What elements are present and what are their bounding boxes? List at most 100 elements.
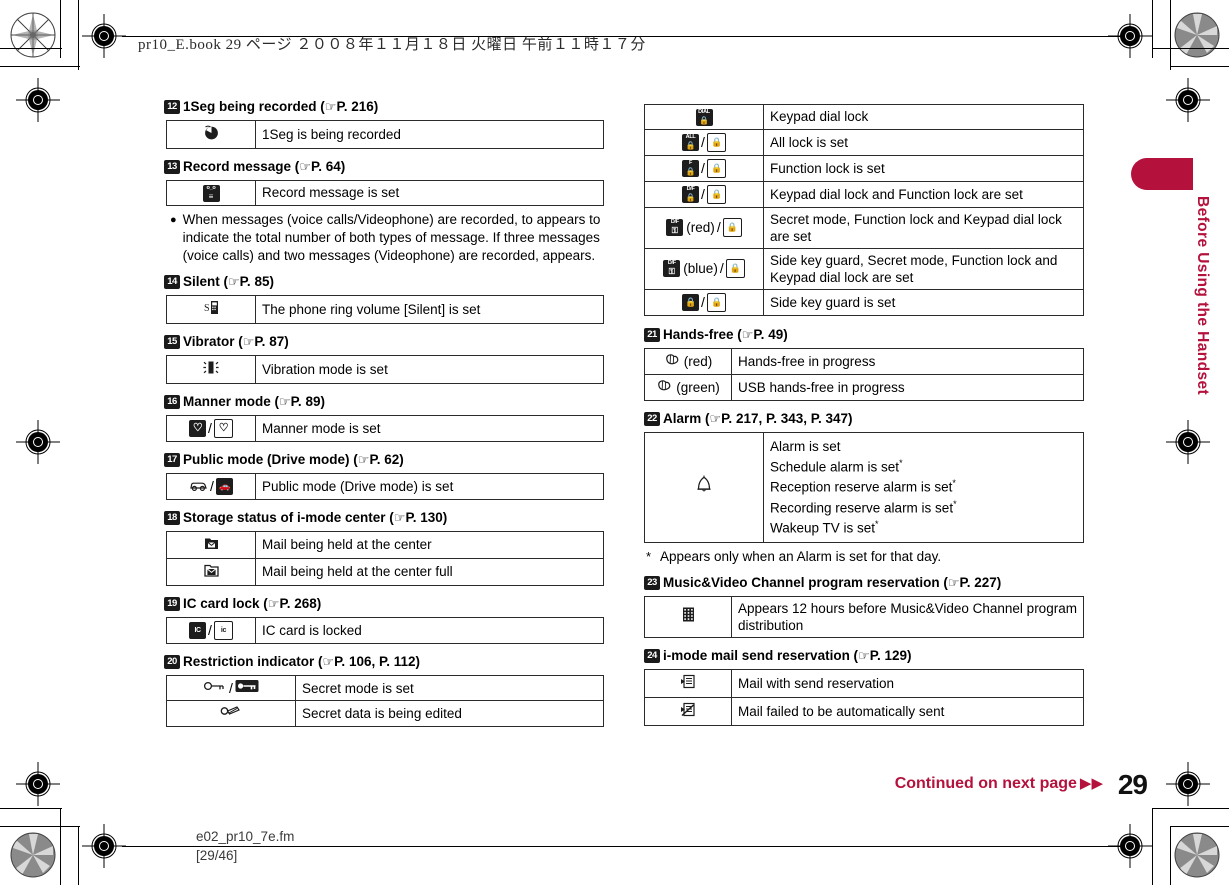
- icon-table-record-message: o_o ≡ Record message is set: [166, 180, 604, 206]
- table-row: / Secret mode is set: [166, 674, 604, 702]
- keypad-dial-lock-icon: DIAL 🔒: [644, 104, 764, 130]
- asterisk-marker: *: [646, 548, 652, 564]
- section-ref: P. 62): [369, 451, 404, 467]
- crop-line: [1170, 0, 1171, 70]
- icon-table-lock-states: DIAL 🔒 Keypad dial lock ALL 🔒 / 🔒 All lock i…: [644, 104, 1084, 316]
- table-row: IC / ic IC card is locked: [166, 616, 604, 644]
- icon-description: USB hands-free in progress: [731, 373, 1084, 401]
- registration-mark-right-top: [1108, 14, 1152, 58]
- right-column: DIAL 🔒 Keypad dial lock ALL 🔒 / 🔒 All lock i…: [644, 98, 1084, 735]
- icon-description: Vibration mode is set: [255, 354, 604, 384]
- drive-mode-icon: / 🚗: [166, 472, 256, 500]
- section-ref: P. 87): [254, 333, 289, 349]
- table-row: Secret data is being edited: [166, 700, 604, 728]
- alarm-description-list: Alarm is set Schedule alarm is set* Rece…: [763, 431, 1084, 543]
- section-title: Restriction indicator (: [183, 653, 323, 669]
- crop-line: [60, 808, 61, 885]
- manner-mode-icon: ♡ / ♡: [166, 414, 256, 442]
- section-title: i-mode mail send reservation (: [663, 647, 859, 663]
- icon-description: Mail being held at the center: [255, 530, 604, 559]
- crop-line: [1170, 826, 1171, 885]
- section-number: 14: [164, 274, 180, 289]
- registration-mark-top-left: [82, 14, 126, 58]
- registration-mark-left-middle: [16, 420, 60, 464]
- continued-on-next-page: Continued on next page ▶▶: [895, 774, 1103, 793]
- section-title: Record message (: [183, 159, 300, 174]
- print-star-target-top-left: [10, 12, 56, 58]
- icon-description: Public mode (Drive mode) is set: [255, 472, 604, 500]
- icon-table-vibrator: Vibration mode is set: [166, 354, 604, 384]
- pointing-hand-icon: ☞: [324, 100, 337, 115]
- icon-description: Keypad dial lock: [763, 104, 1084, 130]
- icon-description: Function lock is set: [763, 154, 1084, 182]
- crop-line: [0, 826, 80, 827]
- icon-description: Mail failed to be automatically sent: [731, 696, 1084, 726]
- icon-table-hands-free: (red) Hands-free in progress (green) USB…: [644, 347, 1084, 401]
- section-title: 1Seg being recorded (: [183, 99, 325, 114]
- function-lock-icon: F 🔒 / 🔒: [644, 154, 764, 182]
- section-heading-vibrator: 15 Vibrator (☞P. 87): [164, 333, 604, 351]
- section-title: Vibrator (: [183, 333, 243, 349]
- section-ref: P. 106, P. 112): [334, 653, 421, 669]
- pointing-hand-icon: ☞: [322, 654, 335, 670]
- table-row: Mail failed to be automatically sent: [644, 696, 1084, 726]
- icon-description: Secret mode, Function lock and Keypad di…: [763, 206, 1084, 249]
- keypad-and-function-lock-icon: D/F 🔒 / 🔒: [644, 180, 764, 208]
- icon-table-silent: S The phone ring volume [Silent] is set: [166, 294, 604, 324]
- icon-description: Side key guard is set: [763, 288, 1084, 316]
- section-heading-manner-mode: 16 Manner mode (☞P. 89): [164, 393, 604, 411]
- table-row: Appears 12 hours before Music&Video Chan…: [644, 595, 1084, 638]
- table-row: D/F 🔒 / 🔒 Keypad dial lock and Function loc…: [644, 180, 1084, 208]
- svg-text:S: S: [204, 303, 210, 314]
- table-row: D/F ⚿ (blue) / 🔒 Side key guard, Secret mode…: [644, 247, 1084, 290]
- icon-description: IC card is locked: [255, 616, 604, 644]
- section-heading-silent: 14 Silent (☞P. 85): [164, 273, 604, 291]
- section-ref: P. 227): [959, 574, 1002, 590]
- section-title: Storage status of i-mode center (: [183, 509, 394, 525]
- section-title: Hands-free (: [663, 326, 742, 342]
- icon-description: Hands-free in progress: [731, 347, 1084, 375]
- pointing-hand-icon: ☞: [228, 274, 240, 290]
- table-row: D/F ⚿ (red) / 🔒 Secret mode, Function lock a…: [644, 206, 1084, 249]
- alarm-line: Wakeup TV is set*: [770, 519, 879, 536]
- pointing-hand-icon: ☞: [357, 452, 370, 468]
- print-star-target-top-right: [1174, 12, 1220, 58]
- icon-color-label: (red): [686, 220, 715, 236]
- print-star-target-bottom-left: [10, 832, 56, 878]
- vibrator-icon: [166, 354, 256, 384]
- mail-held-full-icon: [166, 557, 256, 586]
- table-row: Mail being held at the center: [166, 530, 604, 559]
- section-heading-restriction-indicator: 20 Restriction indicator (☞P. 106, P. 11…: [164, 653, 604, 671]
- hands-free-green-icon: (green): [644, 373, 732, 401]
- icon-description: Mail being held at the center full: [255, 557, 604, 586]
- section-number: 21: [644, 327, 660, 342]
- source-file-info: e02_pr10_7e.fm [29/46]: [196, 827, 294, 865]
- alarm-line: Alarm is set: [770, 438, 841, 454]
- file-page-range: [29/46]: [196, 848, 238, 863]
- icon-table-ic-card-lock: IC / ic IC card is locked: [166, 616, 604, 644]
- manual-page: pr10_E.book 29 ページ ２００８年１１月１８日 火曜日 午前１１時…: [0, 0, 1229, 885]
- section-tab-label: Before Using the Handset: [1194, 196, 1211, 396]
- section-title: Silent (: [183, 273, 229, 289]
- icon-table-manner-mode: ♡ / ♡ Manner mode is set: [166, 414, 604, 442]
- crop-line: [1152, 48, 1229, 49]
- pointing-hand-icon: ☞: [858, 648, 870, 664]
- secret-function-keypad-lock-red-icon: D/F ⚿ (red) / 🔒: [644, 206, 764, 249]
- crop-line: [78, 0, 79, 70]
- section-ref: P. 129): [869, 647, 912, 663]
- pointing-hand-icon: ☞: [242, 334, 255, 350]
- icon-table-storage-status: Mail being held at the center Mail being…: [166, 530, 604, 586]
- section-ref: P. 217, P. 343, P. 347): [721, 410, 853, 426]
- crop-line: [1170, 66, 1229, 67]
- pointing-hand-icon: ☞: [393, 510, 406, 526]
- table-row: ALL 🔒 / 🔒 All lock is set: [644, 128, 1084, 156]
- section-heading-1seg-being-recorded: 12 1Seg being recorded (☞P. 216): [164, 98, 604, 116]
- crop-line: [1152, 0, 1153, 58]
- crop-line: [0, 808, 62, 809]
- section-title: Alarm (: [663, 410, 710, 426]
- icon-description: 1Seg is being recorded: [255, 120, 604, 149]
- table-row: / 🚗 Public mode (Drive mode) is set: [166, 472, 604, 500]
- registration-mark-bottom-right: [1108, 824, 1152, 868]
- ic-card-lock-icon: IC / ic: [166, 616, 256, 644]
- section-number: 16: [164, 394, 180, 409]
